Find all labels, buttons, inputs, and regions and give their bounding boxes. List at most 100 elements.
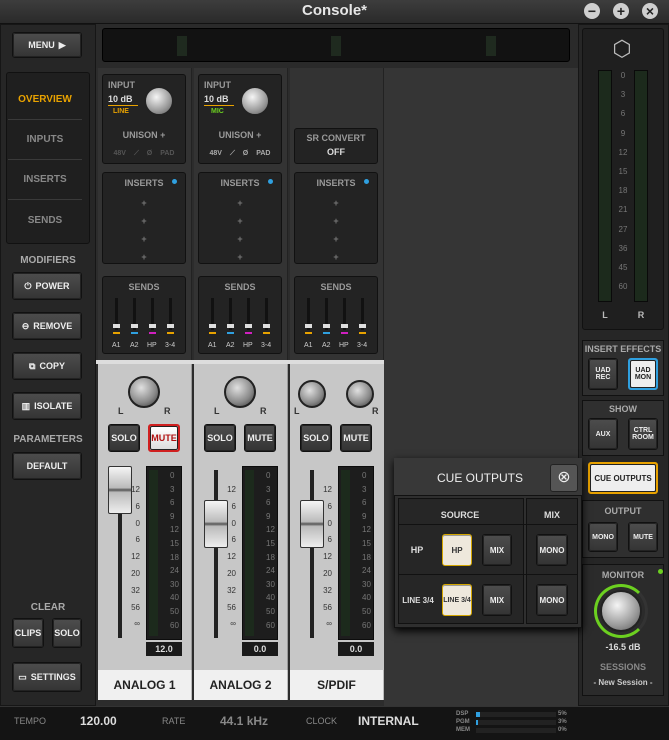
ch3-solo-button[interactable]: SOLO xyxy=(300,424,332,452)
ch2-unison[interactable]: UNISON + xyxy=(198,130,282,140)
scale-tick: 3 xyxy=(620,90,626,100)
ch3-pan-right-knob[interactable] xyxy=(346,380,374,408)
uad-rec-label: UAD REC xyxy=(595,367,611,381)
ch1-unison[interactable]: UNISON + xyxy=(102,130,186,140)
ch1-name[interactable]: ANALOG 1 xyxy=(98,670,192,700)
ch3-mute-button[interactable]: MUTE xyxy=(340,424,372,452)
ch3-send-a2[interactable] xyxy=(323,298,330,334)
ch3-send-34[interactable] xyxy=(359,298,366,334)
ch2-send-34[interactable] xyxy=(263,298,270,334)
ch2-gain-knob[interactable] xyxy=(240,86,270,116)
ch1-pad[interactable]: PAD xyxy=(160,150,174,157)
ch1-send-34[interactable] xyxy=(167,298,174,334)
clear-clips-button[interactable]: CLIPS xyxy=(12,618,44,648)
ch1-insert-slots[interactable]: + + + + xyxy=(102,194,186,266)
ch3-send-hp-label: HP xyxy=(339,342,349,349)
session-selector[interactable]: - New Session - xyxy=(582,678,664,687)
ch2-pad[interactable]: PAD xyxy=(256,150,270,157)
ch2-send-hp[interactable] xyxy=(245,298,252,334)
remove-button[interactable]: ⊖ REMOVE xyxy=(12,312,82,340)
ch2-48v[interactable]: 48V xyxy=(210,150,222,157)
clear-solo-button[interactable]: SOLO xyxy=(52,618,82,648)
cue-outputs-button[interactable]: CUE OUTPUTS xyxy=(588,462,658,494)
sessions-title: SESSIONS xyxy=(599,662,646,672)
ch1-mute-button[interactable]: MUTE xyxy=(148,424,180,452)
tempo-value[interactable]: 120.00 xyxy=(80,714,117,728)
maximize-button[interactable]: + xyxy=(613,3,629,19)
ch1-lowcut-icon[interactable]: ⟋ xyxy=(134,150,139,157)
scale-tick: 12 xyxy=(170,525,179,535)
settings-button[interactable]: ▭ SETTINGS xyxy=(12,662,82,692)
cue-line34-mix-button[interactable]: MIX xyxy=(482,584,512,616)
clock-label: CLOCK xyxy=(306,716,338,726)
cue-hp-mix-button[interactable]: MIX xyxy=(482,534,512,566)
nav-overview[interactable]: OVERVIEW xyxy=(8,80,82,120)
ch2-sends-title: SENDS xyxy=(224,282,256,292)
nav-inserts[interactable]: INSERTS xyxy=(8,160,82,200)
ch2-solo-button[interactable]: SOLO xyxy=(204,424,236,452)
ch2-mute-button[interactable]: MUTE xyxy=(244,424,276,452)
cue-hp-mono-button[interactable]: MONO xyxy=(536,534,568,566)
ch3-send-a1[interactable] xyxy=(305,298,312,334)
isolate-button[interactable]: ▥ ISOLATE xyxy=(12,392,82,420)
mem-value: 0% xyxy=(558,727,567,733)
show-aux-button[interactable]: AUX xyxy=(588,418,618,450)
rate-value[interactable]: 44.1 kHz xyxy=(220,714,268,728)
uad-rec-button[interactable]: UAD REC xyxy=(588,358,618,390)
ch2-send-a2[interactable] xyxy=(227,298,234,334)
minimize-button[interactable]: − xyxy=(584,3,600,19)
ch1-mute-label: MUTE xyxy=(151,433,177,443)
ch3-meter-scale: 0 3 6 9 12 15 18 24 30 40 50 60 xyxy=(362,472,371,635)
scale-tick: ∞ xyxy=(134,619,140,629)
ch1-pan-knob[interactable] xyxy=(128,376,160,408)
uad-mon-button[interactable]: UAD MON xyxy=(628,358,658,390)
ch1-send-a1[interactable] xyxy=(113,298,120,334)
output-mono-button[interactable]: MONO xyxy=(588,522,618,552)
ch1-meter-bar xyxy=(149,470,158,636)
ch2-insert-slots[interactable]: + + + + xyxy=(198,194,282,266)
ch2-phase-icon[interactable]: Ø xyxy=(243,150,248,157)
ch3-insert-slots[interactable]: + + + + xyxy=(294,194,378,266)
scale-tick: 6 xyxy=(327,535,332,545)
ch2-fader-scale: 12 6 0 6 12 20 32 56 ∞ xyxy=(222,486,236,637)
output-mute-button[interactable]: MUTE xyxy=(628,522,658,552)
show-ctrl-room-button[interactable]: CTRL ROOM xyxy=(628,418,658,450)
ch2-pan-r: R xyxy=(260,406,267,416)
ch2-name[interactable]: ANALOG 2 xyxy=(194,670,288,700)
scale-tick: 18 xyxy=(618,186,628,196)
pgm-fill xyxy=(476,720,479,725)
ch1-solo-button[interactable]: SOLO xyxy=(108,424,140,452)
ch2-lowcut-icon[interactable]: ⟋ xyxy=(230,150,235,157)
nav-inputs[interactable]: INPUTS xyxy=(8,120,82,160)
cue-line34-mono-button[interactable]: MONO xyxy=(536,584,568,616)
ch1-48v[interactable]: 48V xyxy=(114,150,126,157)
ch3-pan-left-knob[interactable] xyxy=(298,380,326,408)
cue-hp-source-button[interactable]: HP xyxy=(442,534,472,566)
scale-tick: 12 xyxy=(227,485,236,494)
scale-tick: 20 xyxy=(227,568,236,578)
scale-tick: 15 xyxy=(266,538,275,548)
close-button[interactable]: × xyxy=(642,3,658,19)
power-button[interactable]: ⏻ POWER xyxy=(12,272,82,300)
ch1-send-hp[interactable] xyxy=(149,298,156,334)
copy-button[interactable]: ⧉ COPY xyxy=(12,352,82,380)
default-button[interactable]: DEFAULT xyxy=(12,452,82,480)
monitor-knob[interactable] xyxy=(600,590,642,632)
scale-tick: 9 xyxy=(620,128,626,138)
scale-tick: 56 xyxy=(227,602,236,612)
ch3-send-hp[interactable] xyxy=(341,298,348,334)
modifiers-title: MODIFIERS xyxy=(20,255,76,266)
ch1-gain-knob[interactable] xyxy=(144,86,174,116)
scale-tick: ∞ xyxy=(230,619,236,629)
cue-close-icon[interactable]: ⊗ xyxy=(550,464,578,492)
ch2-pan-knob[interactable] xyxy=(224,376,256,408)
ch2-send-a1[interactable] xyxy=(209,298,216,334)
clock-value[interactable]: INTERNAL xyxy=(358,714,419,728)
cue-line34-source-button[interactable]: LINE 3/4 xyxy=(442,584,472,616)
ch3-name[interactable]: S/PDIF xyxy=(290,670,384,700)
nav-sends[interactable]: SENDS xyxy=(8,200,82,240)
menu-button[interactable]: MENU ▶ xyxy=(12,32,82,58)
cue-divider-2 xyxy=(398,574,578,575)
ch1-send-a2[interactable] xyxy=(131,298,138,334)
ch1-phase-icon[interactable]: Ø xyxy=(147,150,152,157)
